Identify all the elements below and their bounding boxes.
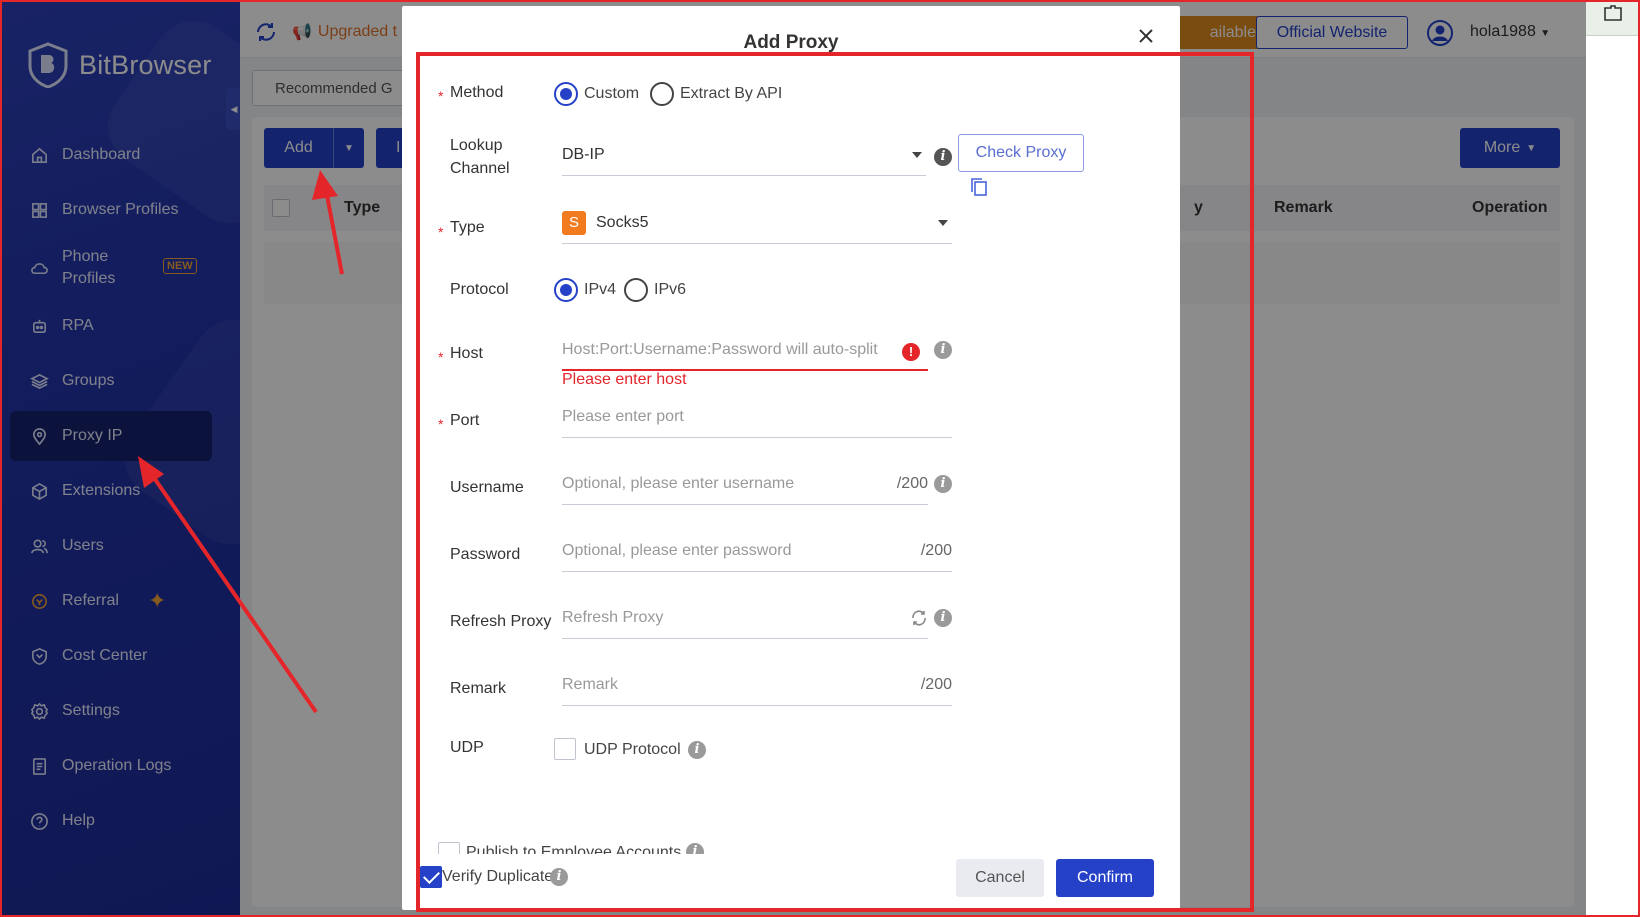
required-mark: *	[438, 224, 444, 240]
refresh-icon[interactable]	[910, 609, 928, 627]
external-toolbar	[1586, 2, 1638, 36]
required-mark: *	[438, 416, 444, 432]
verify-duplicates-checkbox[interactable]	[420, 866, 442, 888]
type-select[interactable]: S Socks5	[562, 202, 952, 244]
extension-icon[interactable]	[1602, 4, 1624, 22]
info-icon[interactable]: i	[688, 741, 706, 759]
port-label: Port	[450, 412, 480, 429]
refresh-proxy-input[interactable]: Refresh Proxy	[562, 597, 928, 639]
method-api-radio[interactable]	[650, 82, 674, 106]
check-proxy-button[interactable]: Check Proxy	[958, 134, 1084, 172]
type-label: Type	[450, 219, 485, 236]
remark-label: Remark	[450, 680, 507, 697]
username-input[interactable]: Optional, please enter username /200	[562, 463, 928, 505]
confirm-button[interactable]: Confirm	[1056, 859, 1154, 897]
verify-duplicates-label[interactable]: Verify Duplicates	[442, 868, 561, 886]
lookup-label-line1: Lookup	[450, 137, 503, 154]
password-input[interactable]: Optional, please enter password /200	[562, 530, 952, 572]
protocol-ipv6-label[interactable]: IPv6	[654, 281, 686, 299]
port-input[interactable]: Please enter port	[562, 396, 952, 438]
protocol-ipv4-radio[interactable]	[554, 278, 578, 302]
chevron-down-icon	[912, 152, 922, 158]
host-label: Host	[450, 345, 483, 362]
method-custom-label[interactable]: Custom	[584, 85, 639, 103]
protocol-label: Protocol	[450, 281, 509, 298]
copy-icon[interactable]	[968, 176, 990, 198]
close-icon[interactable]	[1134, 24, 1158, 48]
info-icon[interactable]: i	[934, 148, 952, 166]
add-proxy-dialog: Add Proxy * Method Custom Extract By API…	[402, 6, 1180, 910]
password-placeholder: Optional, please enter password	[562, 542, 792, 559]
udp-protocol-checkbox[interactable]	[554, 738, 576, 760]
method-label: Method	[450, 84, 504, 101]
password-label: Password	[450, 546, 521, 563]
type-value: Socks5	[596, 214, 649, 231]
method-custom-radio[interactable]	[554, 82, 578, 106]
username-label: Username	[450, 479, 524, 496]
lookup-channel-label: Lookup Channel	[450, 134, 510, 180]
protocol-ipv4-label[interactable]: IPv4	[584, 281, 616, 299]
port-placeholder: Please enter port	[562, 408, 684, 425]
info-icon[interactable]: i	[550, 868, 568, 886]
info-icon[interactable]: i	[934, 341, 952, 359]
error-icon: !	[902, 343, 920, 361]
host-error-message: Please enter host	[562, 371, 687, 388]
password-counter: /200	[920, 542, 952, 559]
lookup-channel-value: DB-IP	[562, 146, 605, 163]
udp-protocol-label[interactable]: UDP Protocol	[584, 741, 681, 759]
dialog-title: Add Proxy	[743, 32, 839, 53]
publish-row: Publish to Employee Accounts i	[438, 834, 738, 854]
udp-label: UDP	[450, 739, 484, 756]
method-api-label[interactable]: Extract By API	[680, 85, 782, 103]
chevron-down-icon	[938, 220, 948, 226]
socks-badge: S	[562, 211, 586, 235]
host-input[interactable]: Host:Port:Username:Password will auto-sp…	[562, 329, 928, 371]
info-icon[interactable]: i	[934, 609, 952, 627]
info-icon[interactable]: i	[934, 475, 952, 493]
remark-input[interactable]: Remark /200	[562, 664, 952, 706]
protocol-ipv6-radio[interactable]	[624, 278, 648, 302]
lookup-label-line2: Channel	[450, 160, 510, 177]
username-counter: /200	[896, 475, 928, 492]
required-mark: *	[438, 88, 444, 104]
publish-employee-checkbox[interactable]	[438, 842, 460, 854]
remark-placeholder: Remark	[562, 676, 619, 693]
remark-counter: /200	[920, 676, 952, 693]
refresh-proxy-label: Refresh Proxy	[450, 613, 552, 630]
lookup-channel-select[interactable]: DB-IP	[562, 134, 926, 176]
cancel-button[interactable]: Cancel	[956, 859, 1044, 897]
host-placeholder: Host:Port:Username:Password will auto-sp…	[562, 341, 878, 358]
info-icon[interactable]: i	[686, 843, 704, 854]
required-mark: *	[438, 349, 444, 365]
refresh-proxy-placeholder: Refresh Proxy	[562, 609, 664, 626]
right-edge	[1586, 2, 1638, 915]
publish-employee-label[interactable]: Publish to Employee Accounts	[466, 844, 681, 854]
username-placeholder: Optional, please enter username	[562, 475, 795, 492]
